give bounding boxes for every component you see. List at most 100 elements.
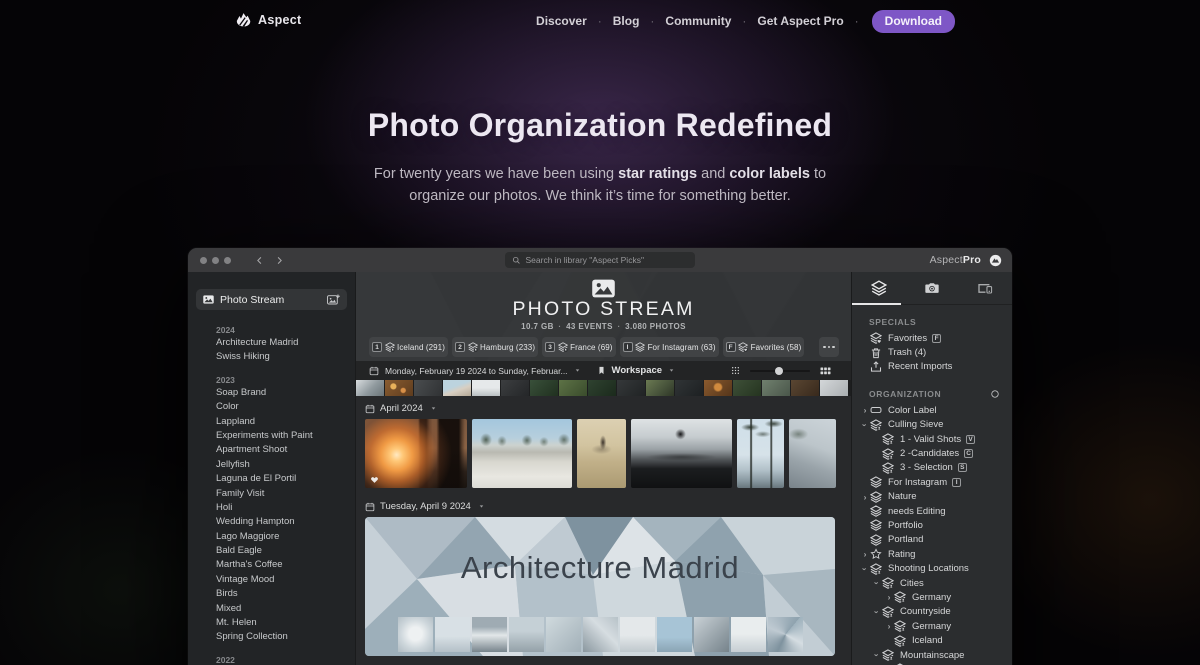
photo-thumbnail[interactable] [631, 419, 732, 488]
photo-stream-header[interactable]: Photo Stream [196, 289, 347, 310]
library-row[interactable]: Laguna de El Portil [188, 472, 355, 486]
cover-thumbnail[interactable] [546, 617, 581, 652]
photo-thumbnail[interactable] [789, 419, 836, 488]
photo-thumbnail[interactable] [365, 419, 467, 488]
small-thumbnails-icon[interactable] [731, 366, 740, 375]
library-row[interactable]: Lago Maggiore [188, 530, 355, 544]
panel-row[interactable]: › Mountainscape [852, 648, 1012, 662]
row-chevron-icon[interactable]: › [860, 405, 870, 415]
panel-row[interactable]: › Cities [852, 576, 1012, 590]
library-row[interactable]: Color [188, 400, 355, 414]
library-row[interactable]: Architecture Madrid [188, 336, 355, 350]
filmstrip-thumbnail[interactable] [530, 380, 558, 396]
nav-link[interactable]: Discover [536, 14, 587, 28]
panel-row[interactable]: › For Instagram I [852, 475, 1012, 489]
library-row[interactable]: Holi [188, 501, 355, 515]
panel-row[interactable]: › Countryside [852, 605, 1012, 619]
row-chevron-icon[interactable]: › [884, 592, 894, 602]
tab-devices[interactable] [959, 280, 1012, 296]
panel-row[interactable]: › 3 - Selection S [852, 461, 1012, 475]
nav-link[interactable]: Blog [613, 14, 640, 28]
library-row[interactable]: Birds [188, 587, 355, 601]
cover-thumbnail[interactable] [657, 617, 692, 652]
row-chevron-icon[interactable]: › [884, 621, 894, 631]
cover-thumbnail[interactable] [509, 617, 544, 652]
stream-scroll-area[interactable]: April 2024 [356, 396, 851, 665]
filmstrip-thumbnail[interactable] [820, 380, 848, 396]
library-row[interactable]: Martha's Coffee [188, 558, 355, 572]
workspace-select[interactable]: Workspace [612, 365, 663, 376]
panel-row[interactable]: › Germany [852, 619, 1012, 633]
panel-row[interactable]: › Color Label [852, 403, 1012, 417]
date-range-select[interactable]: Monday, February 19 2024 to Sunday, Febr… [385, 366, 568, 376]
smart-album-chip[interactable]: 1 Iceland (291) [369, 337, 448, 357]
forward-icon[interactable] [275, 256, 284, 265]
nav-link[interactable]: Get Aspect Pro [757, 14, 843, 28]
large-thumbnails-icon[interactable] [820, 367, 831, 375]
filmstrip-thumbnail[interactable] [356, 380, 384, 396]
panel-row[interactable]: › Recent Imports [852, 360, 1012, 374]
brand[interactable]: Aspect [236, 12, 301, 27]
cover-thumbnail[interactable] [398, 617, 433, 652]
library-row[interactable]: Lappland [188, 415, 355, 429]
panel-scroll[interactable]: SPECIALS › Favorites F › [852, 305, 1012, 665]
back-icon[interactable] [255, 256, 264, 265]
cover-thumbnail[interactable] [768, 617, 803, 652]
filmstrip-thumbnail[interactable] [414, 380, 442, 396]
filmstrip-thumbnail[interactable] [588, 380, 616, 396]
library-row[interactable]: Mt. Helen [188, 616, 355, 630]
workspace-caret-icon[interactable] [668, 367, 675, 374]
cover-thumbnail[interactable] [694, 617, 729, 652]
minimize-window-button[interactable] [212, 257, 219, 264]
panel-row[interactable]: › Trash (4) [852, 345, 1012, 359]
library-row[interactable]: Family Visit [188, 487, 355, 501]
library-row[interactable]: Wedding Hampton [188, 515, 355, 529]
row-chevron-icon[interactable]: › [860, 549, 870, 559]
row-chevron-icon[interactable]: › [860, 564, 870, 574]
filmstrip-thumbnail[interactable] [385, 380, 413, 396]
search-input[interactable]: Search in library "Aspect Picks" [505, 252, 695, 268]
filmstrip-thumbnail[interactable] [559, 380, 587, 396]
panel-row[interactable]: › Iceland [852, 633, 1012, 647]
row-chevron-icon[interactable]: › [872, 650, 882, 660]
library-row[interactable]: Mixed [188, 602, 355, 616]
tab-camera[interactable] [905, 280, 958, 296]
filmstrip-thumbnail[interactable] [675, 380, 703, 396]
panel-row[interactable]: › Germany [852, 590, 1012, 604]
library-row[interactable]: Bald Eagle [188, 544, 355, 558]
filmstrip-thumbnail[interactable] [617, 380, 645, 396]
cover-thumbnail[interactable] [435, 617, 470, 652]
filmstrip-thumbnail[interactable] [704, 380, 732, 396]
smart-album-chip[interactable]: I For Instagram (63) [620, 337, 719, 357]
photo-thumbnail[interactable] [472, 419, 572, 488]
date-caret-icon[interactable] [574, 367, 581, 374]
organization-settings-icon[interactable] [990, 389, 1000, 399]
cover-thumbnail[interactable] [620, 617, 655, 652]
filmstrip-thumbnail[interactable] [472, 380, 500, 396]
account-avatar-icon[interactable] [989, 254, 1002, 267]
panel-row[interactable]: › Shooting Locations [852, 561, 1012, 575]
library-row[interactable]: Swiss Hiking [188, 350, 355, 364]
filmstrip-thumbnail[interactable] [443, 380, 471, 396]
panel-row[interactable]: › needs Editing [852, 504, 1012, 518]
cover-thumbnail[interactable] [472, 617, 507, 652]
slider-knob[interactable] [775, 367, 783, 375]
row-chevron-icon[interactable]: › [872, 607, 882, 617]
panel-row[interactable]: › Portfolio [852, 518, 1012, 532]
panel-row[interactable]: › Portland [852, 533, 1012, 547]
cover-thumbnail[interactable] [731, 617, 766, 652]
add-photos-button[interactable] [327, 293, 340, 306]
section-caret-icon[interactable] [430, 405, 437, 412]
library-row[interactable]: Jellyfish [188, 458, 355, 472]
filmstrip-thumbnail[interactable] [762, 380, 790, 396]
filmstrip-thumbnail[interactable] [791, 380, 819, 396]
panel-row[interactable]: › Favorites F [852, 331, 1012, 345]
panel-row[interactable]: › 1 - Valid Shots V [852, 432, 1012, 446]
panel-row[interactable]: › 2 -Candidates C [852, 446, 1012, 460]
section-caret-icon[interactable] [478, 503, 485, 510]
library-row[interactable]: 2023 [188, 374, 355, 386]
tab-collections[interactable] [852, 280, 905, 296]
more-albums-button[interactable] [819, 337, 839, 357]
smart-album-chip[interactable]: 3 France (69) [542, 337, 615, 357]
smart-album-chip[interactable]: 2 Hamburg (233) [452, 337, 538, 357]
